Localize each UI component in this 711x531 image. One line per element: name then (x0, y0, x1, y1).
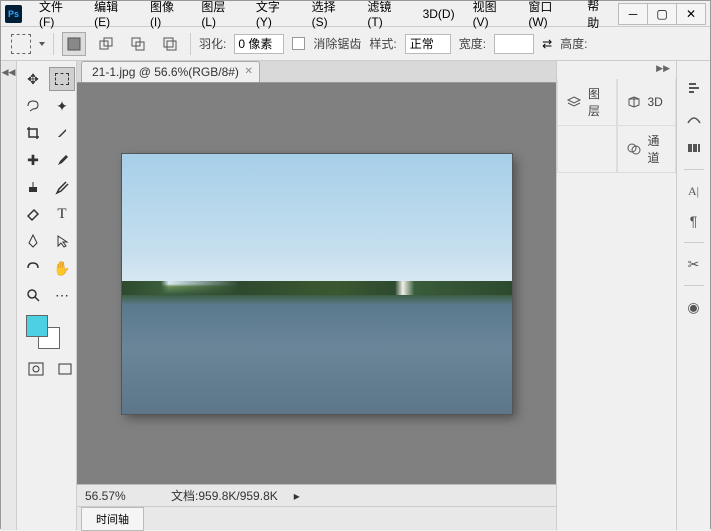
antialias-label: 消除锯齿 (313, 35, 361, 52)
marquee-tool-preset-icon[interactable] (11, 34, 31, 54)
hand-tool[interactable]: ✋ (49, 256, 75, 280)
style-select[interactable]: 正常 (405, 34, 451, 54)
toolbox: ✥ ✦ ✚ T ✋ ⋯ (17, 61, 77, 530)
cloud-panel-icon[interactable]: ◉ (684, 298, 704, 316)
menu-view[interactable]: 视图(V) (464, 0, 520, 29)
menu-select[interactable]: 选择(S) (303, 0, 359, 29)
document-tab[interactable]: 21-1.jpg @ 56.6%(RGB/8#) ✕ (81, 61, 260, 82)
close-tab-icon[interactable]: ✕ (245, 66, 253, 77)
collapse-right-icon[interactable]: ▶▶ (656, 63, 670, 77)
right-icon-strip: A| ¶ ✂ ◉ (676, 61, 710, 530)
feather-label: 羽化: (199, 35, 226, 52)
status-bar: 56.57% 文档:959.8K/959.8K ▸ (77, 484, 556, 506)
menu-bar: Ps 文件(F) 编辑(E) 图像(I) 图层(L) 文字(Y) 选择(S) 滤… (1, 1, 710, 27)
maximize-button[interactable]: ▢ (647, 3, 677, 25)
document-tab-title: 21-1.jpg @ 56.6%(RGB/8#) (92, 65, 239, 79)
ps-logo-icon: Ps (5, 5, 22, 23)
channels-panel-tab[interactable]: 通道 (617, 126, 677, 173)
screen-mode-tool[interactable] (52, 357, 78, 381)
swap-icon[interactable]: ⇄ (542, 37, 552, 51)
eyedropper-tool[interactable] (49, 121, 75, 145)
channels-label: 通道 (648, 132, 668, 166)
menu-help[interactable]: 帮助 (578, 0, 619, 31)
zoom-level[interactable]: 56.57% (85, 489, 155, 503)
minimize-button[interactable]: ─ (618, 3, 648, 25)
doc-info[interactable]: 文档:959.8K/959.8K (171, 487, 278, 504)
magic-wand-tool[interactable]: ✦ (49, 94, 75, 118)
shape-tool[interactable] (20, 256, 46, 280)
path-selection-tool[interactable] (49, 229, 75, 253)
selection-subtract-button[interactable] (126, 32, 150, 56)
image-content (122, 281, 512, 295)
height-label: 高度: (560, 35, 587, 52)
3d-panel-tab[interactable]: 3D (617, 79, 677, 126)
marquee-tool[interactable] (49, 67, 75, 91)
selection-intersect-button[interactable] (158, 32, 182, 56)
zoom-tool[interactable] (20, 283, 46, 307)
menu-file[interactable]: 文件(F) (30, 0, 85, 29)
options-bar: 羽化: 消除锯齿 样式: 正常 宽度: ⇄ 高度: (1, 27, 710, 61)
document-tab-bar: 21-1.jpg @ 56.6%(RGB/8#) ✕ (77, 61, 556, 83)
menu-layer[interactable]: 图层(L) (192, 0, 247, 29)
more-tools[interactable]: ⋯ (49, 283, 75, 307)
3d-label: 3D (648, 95, 663, 109)
tool-preset-dropdown-icon[interactable] (39, 42, 45, 46)
brush-panel-icon[interactable] (684, 79, 704, 97)
canvas-image (122, 154, 512, 414)
selection-add-button[interactable] (94, 32, 118, 56)
channels-icon (626, 142, 642, 156)
tools-panel-icon[interactable]: ✂ (684, 255, 704, 273)
collapse-left-icon: ◀◀ (2, 67, 16, 78)
bottom-panel-tabs: 时间轴 (77, 506, 556, 530)
color-swatches[interactable] (26, 315, 66, 351)
separator (53, 33, 54, 55)
menu-filter[interactable]: 滤镜(T) (358, 0, 413, 29)
timeline-tab[interactable]: 时间轴 (81, 507, 144, 531)
feather-input[interactable] (234, 34, 284, 54)
character-panel-icon[interactable]: A| (684, 182, 704, 200)
foreground-swatch[interactable] (26, 315, 48, 337)
paragraph-panel-icon[interactable]: ¶ (684, 212, 704, 230)
right-panel-dock: ▶▶ 图层 3D 通道 (556, 61, 676, 530)
menu-image[interactable]: 图像(I) (141, 0, 192, 29)
separator (190, 33, 191, 55)
menu-3d[interactable]: 3D(D) (414, 7, 464, 21)
menu-window[interactable]: 窗口(W) (519, 0, 578, 29)
canvas-viewport[interactable] (77, 83, 556, 484)
antialias-checkbox[interactable] (292, 37, 305, 50)
brush-tool[interactable] (49, 148, 75, 172)
crop-tool[interactable] (20, 121, 46, 145)
status-dropdown-icon[interactable]: ▸ (294, 489, 300, 503)
window-controls: ─ ▢ ✕ (619, 3, 706, 25)
width-input[interactable] (494, 34, 534, 54)
document-area: 21-1.jpg @ 56.6%(RGB/8#) ✕ 56.57% 文档:959… (77, 61, 556, 530)
pen-tool[interactable] (20, 229, 46, 253)
clone-stamp-tool[interactable] (20, 175, 46, 199)
type-tool[interactable]: T (49, 202, 75, 226)
healing-brush-tool[interactable]: ✚ (20, 148, 46, 172)
left-collapse-bar[interactable]: ◀◀ (1, 61, 17, 530)
layers-icon (566, 95, 582, 109)
lasso-tool[interactable] (20, 94, 46, 118)
layers-panel-tab[interactable]: 图层 (557, 79, 617, 126)
menu-edit[interactable]: 编辑(E) (85, 0, 141, 29)
main-area: ◀◀ ✥ ✦ ✚ T ✋ ⋯ (1, 61, 710, 530)
menu-type[interactable]: 文字(Y) (247, 0, 303, 29)
selection-new-button[interactable] (62, 32, 86, 56)
width-label: 宽度: (459, 35, 486, 52)
style-label: 样式: (369, 35, 396, 52)
layers-label: 图层 (588, 85, 608, 119)
adjustments-panel-icon[interactable] (684, 109, 704, 127)
quick-mask-tool[interactable] (23, 357, 49, 381)
close-button[interactable]: ✕ (676, 3, 706, 25)
history-brush-tool[interactable] (49, 175, 75, 199)
move-tool[interactable]: ✥ (20, 67, 46, 91)
styles-panel-icon[interactable] (684, 139, 704, 157)
cube-icon (626, 95, 642, 109)
eraser-tool[interactable] (20, 202, 46, 226)
